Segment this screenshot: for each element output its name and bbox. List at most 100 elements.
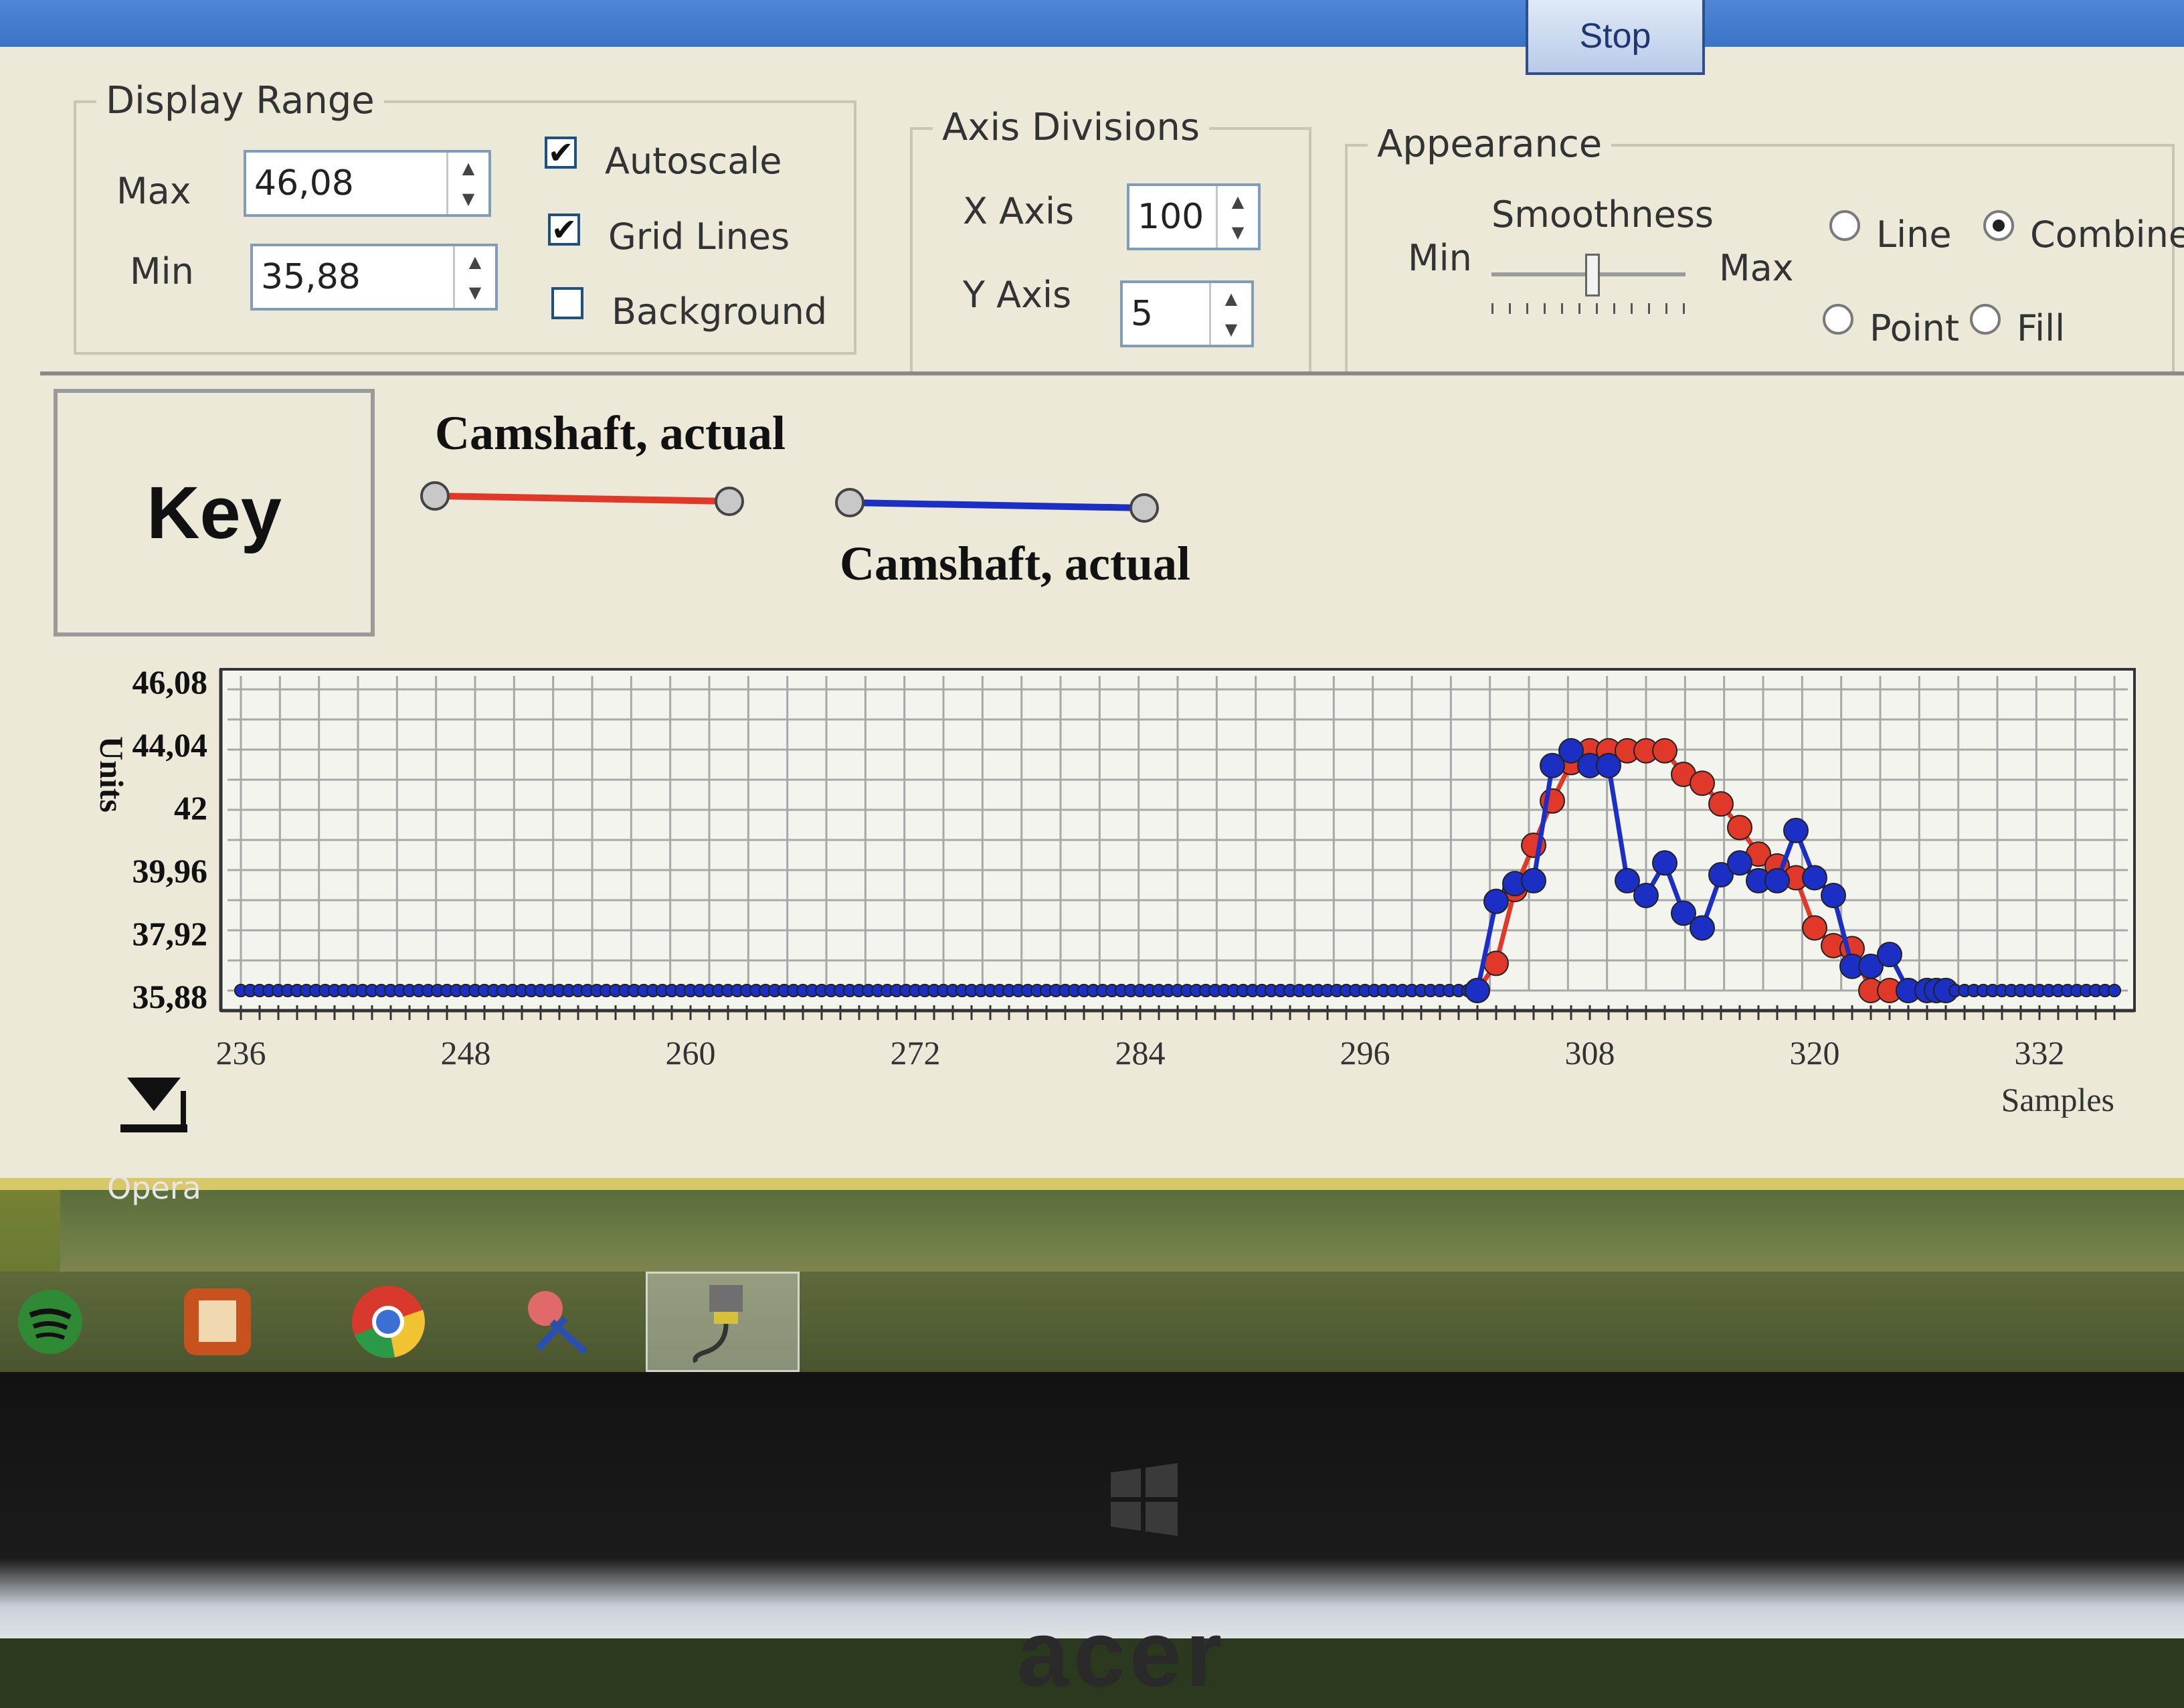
series-point-blue — [1652, 850, 1677, 876]
x-axis-spin-arrows[interactable]: ▲ ▼ — [1216, 186, 1258, 248]
series-point-red — [1652, 738, 1677, 764]
line-label: Line — [1876, 214, 1952, 256]
spotify-icon[interactable] — [0, 1272, 100, 1372]
combine-radio[interactable] — [1983, 210, 2014, 241]
x-tick-label: 320 — [1790, 1034, 1840, 1072]
x-tick-label: 284 — [1115, 1034, 1166, 1072]
taskbar — [0, 1272, 2184, 1372]
series-point-blue — [1521, 867, 1546, 893]
appearance-title: Appearance — [1368, 122, 1612, 166]
series-point-blue — [1821, 882, 1846, 908]
gridlines-checkbox[interactable]: ✔ — [548, 211, 580, 248]
min-value: 35,88 — [261, 257, 361, 297]
x-axis-label: X Axis — [963, 190, 1075, 232]
point-label: Point — [1870, 307, 1960, 349]
point-radio[interactable] — [1823, 304, 1853, 335]
background-label: Background — [612, 290, 828, 333]
max-label: Max — [116, 170, 191, 212]
legend-blue-swatch — [835, 488, 1159, 523]
legend-blue-label: Camshaft, actual — [840, 537, 1190, 590]
min-spinbox[interactable]: 35,88 ▲ ▼ — [250, 244, 498, 311]
legend-panel: Key Camshaft, actual Camshaft, actual — [40, 371, 2184, 643]
fill-radio[interactable] — [1970, 304, 2001, 335]
smoothness-max-label: Max — [1719, 247, 1794, 289]
smoothness-slider[interactable] — [1491, 254, 1686, 314]
chart: 46,08 44,04 42 39,96 37,92 35,88236 248 260 272 2… — [93, 663, 2136, 1118]
spin-down-icon[interactable]: ▼ — [448, 183, 488, 214]
x-axis-spinbox[interactable]: 100 ▲ ▼ — [1127, 183, 1261, 250]
spin-up-icon[interactable]: ▲ — [1211, 283, 1251, 314]
series-point-red — [1483, 950, 1509, 976]
y-axis-label: Y Axis — [963, 274, 1072, 316]
x-tick-label: 296 — [1340, 1034, 1390, 1072]
y-tick-label: 37,92 — [132, 915, 208, 952]
x-tick-label: 236 — [216, 1034, 266, 1072]
min-spin-arrows[interactable]: ▲ ▼ — [453, 246, 495, 308]
line-radio[interactable] — [1829, 210, 1860, 241]
key-label: Key — [147, 471, 282, 554]
series-point-blue — [1877, 942, 1902, 968]
x-axis-label: Samples — [2001, 1081, 2114, 1118]
smoothness-min-label: Min — [1408, 237, 1472, 279]
title-bar — [0, 0, 2184, 47]
spin-down-icon[interactable]: ▼ — [455, 277, 495, 308]
series-point-blue — [1465, 978, 1490, 1003]
windows-logo-icon — [1111, 1463, 1178, 1536]
combine-label: Combine — [2030, 214, 2184, 256]
spin-up-icon[interactable]: ▲ — [455, 246, 495, 277]
snipping-tool-icon[interactable] — [482, 1272, 636, 1372]
key-box: Key — [54, 389, 375, 636]
series-point-blue — [1764, 867, 1790, 893]
series-point-blue — [1727, 850, 1752, 876]
display-range-title: Display Range — [96, 79, 384, 122]
spin-down-icon[interactable]: ▼ — [1211, 314, 1251, 345]
x-tick-label: 272 — [891, 1034, 941, 1072]
spin-down-icon[interactable]: ▼ — [1218, 217, 1258, 248]
series-point-red — [1802, 915, 1827, 941]
background-checkbox[interactable] — [551, 287, 583, 319]
x-tick-label: 332 — [2015, 1034, 2065, 1072]
obd-cable-icon[interactable] — [646, 1272, 800, 1372]
max-spinbox[interactable]: 46,08 ▲ ▼ — [244, 150, 491, 217]
x-axis-value: 100 — [1138, 197, 1204, 237]
display-range-group: Display Range Max Min 46,08 ▲ ▼ 35,88 ▲ … — [74, 79, 856, 355]
x-tick-label: 308 — [1565, 1034, 1615, 1072]
series-point-blue — [1690, 915, 1715, 941]
y-tick-label: 46,08 — [132, 663, 208, 701]
x-tick-label: 248 — [441, 1034, 491, 1072]
axis-divisions-group: Axis Divisions X Axis 100 ▲ ▼ Y Axis 5 ▲… — [910, 106, 1311, 375]
y-tick-label: 42 — [174, 789, 207, 827]
series-point-blue — [1633, 882, 1659, 908]
axis-divisions-title: Axis Divisions — [933, 106, 1210, 149]
series-point-red — [1690, 770, 1715, 796]
y-axis-spinbox[interactable]: 5 ▲ ▼ — [1120, 280, 1254, 347]
autoscale-checkbox[interactable]: ✔ — [545, 135, 577, 171]
series-point-red — [1727, 815, 1752, 841]
spin-up-icon[interactable]: ▲ — [1218, 186, 1258, 217]
series-point-blue — [1596, 752, 1621, 778]
desktop-shortcut-label[interactable]: Opera — [107, 1170, 201, 1206]
y-tick-label: 44,04 — [132, 726, 208, 764]
chrome-icon[interactable] — [311, 1272, 465, 1372]
max-value: 46,08 — [254, 163, 354, 203]
smoothness-label: Smoothness — [1491, 193, 1714, 236]
spin-up-icon[interactable]: ▲ — [448, 153, 488, 183]
files-icon[interactable] — [141, 1272, 294, 1372]
gridlines-label: Grid Lines — [608, 216, 790, 258]
laptop-bezel — [0, 1372, 2184, 1638]
download-icon[interactable] — [114, 1071, 194, 1144]
y-axis-spin-arrows[interactable]: ▲ ▼ — [1209, 283, 1251, 345]
series-point-red — [1708, 791, 1734, 817]
y-axis-value: 5 — [1131, 294, 1154, 334]
slider-thumb[interactable] — [1585, 254, 1600, 296]
stop-button[interactable]: Stop — [1526, 0, 1705, 75]
fill-label: Fill — [2017, 307, 2066, 349]
max-spin-arrows[interactable]: ▲ ▼ — [446, 153, 488, 214]
series-point-blue — [1483, 888, 1509, 914]
y-axis-label: Units — [93, 736, 130, 813]
series-point-blue — [1783, 817, 1809, 843]
y-tick-label: 35,88 — [132, 978, 208, 1015]
y-tick-label: 39,96 — [132, 852, 208, 889]
autoscale-label: Autoscale — [605, 140, 782, 182]
slider-ticks — [1491, 303, 1686, 314]
